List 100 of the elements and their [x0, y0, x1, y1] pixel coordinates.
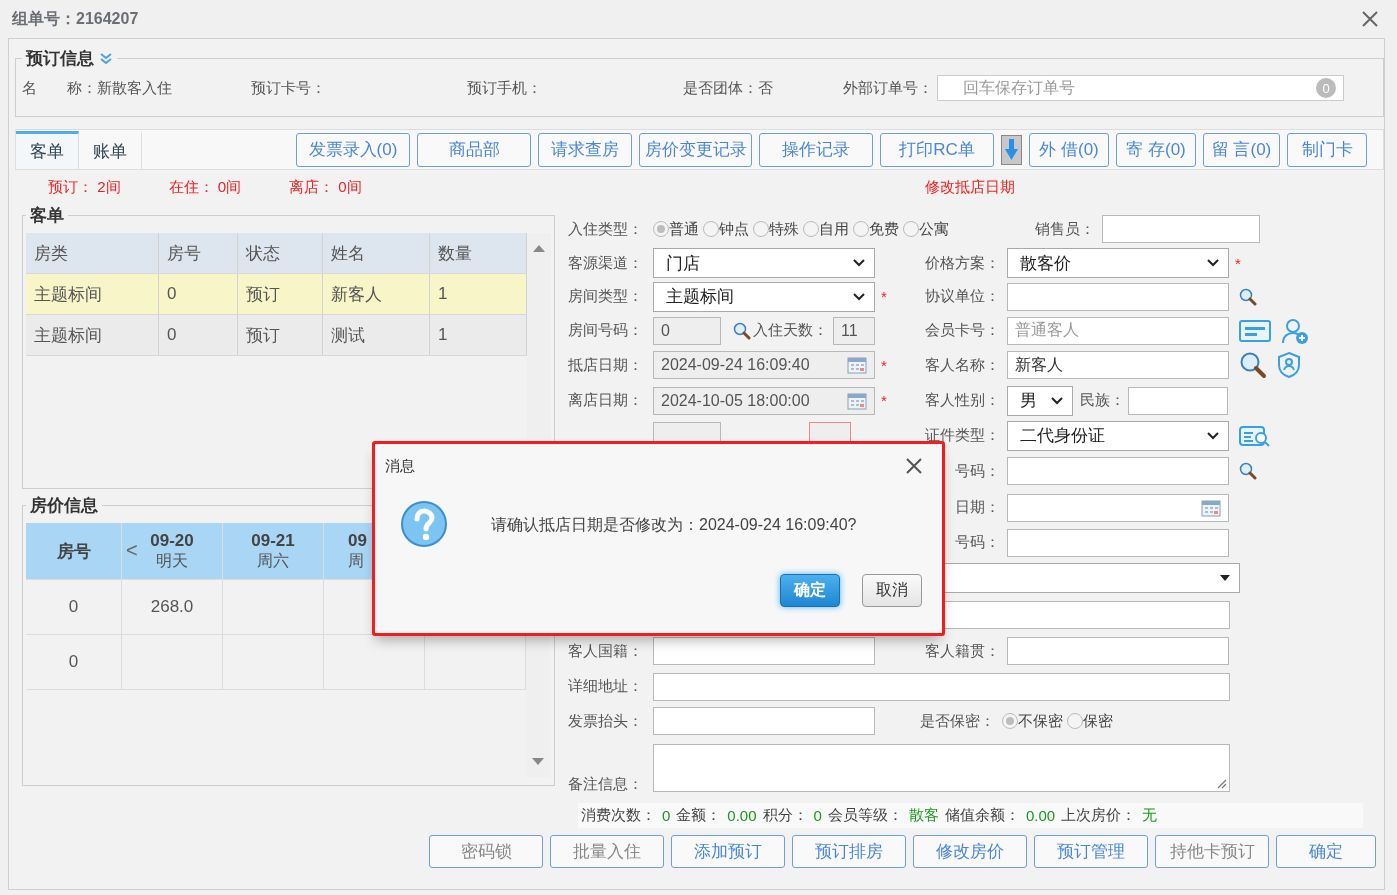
calendar-icon[interactable] [847, 356, 867, 374]
toolbar-button[interactable]: 打印RC单 [880, 132, 994, 167]
input-field[interactable] [653, 637, 875, 665]
field-label: 备注信息： [568, 775, 644, 794]
id-card-search-icon[interactable] [1239, 424, 1271, 447]
toolbar-button[interactable]: 发票录入(0) [296, 132, 410, 167]
field-label: 销售员： [1034, 219, 1095, 239]
search-icon[interactable] [1239, 287, 1257, 306]
input-field[interactable] [1007, 528, 1229, 557]
calendar-icon[interactable] [1201, 498, 1221, 517]
radio-label: 钟点 [719, 219, 749, 239]
radio-label: 公寓 [919, 219, 949, 239]
radio-button[interactable] [803, 221, 819, 237]
stat-value: 0.00 [727, 807, 757, 824]
input-field[interactable] [1102, 215, 1260, 243]
tab[interactable]: 账单 [79, 131, 142, 169]
previous-button[interactable]: < [126, 539, 138, 562]
dropdown[interactable]: 主题标间 [653, 281, 875, 312]
field-label: 客人名称： [924, 355, 1000, 375]
action-button[interactable]: 修改房价 [913, 835, 1027, 868]
calendar-icon[interactable] [847, 391, 867, 410]
radio-label: 特殊 [769, 219, 799, 239]
count-label: 在住： 0间 [168, 177, 242, 197]
dropdown[interactable]: 男 [1007, 385, 1073, 416]
dropdown[interactable]: 二代身份证 [1007, 420, 1229, 451]
input-field[interactable] [1007, 637, 1229, 665]
dropdown-caret-icon [852, 291, 866, 302]
radio-button[interactable] [903, 221, 919, 237]
card-icon[interactable] [1239, 319, 1271, 342]
close-icon[interactable] [904, 456, 924, 476]
tab[interactable]: 客单 [16, 131, 79, 169]
table-cell[interactable]: 新客人 [323, 274, 430, 315]
input-field[interactable] [1007, 282, 1229, 311]
dropdown[interactable]: 门店 [653, 248, 875, 278]
input-field[interactable] [653, 707, 875, 735]
radio-button[interactable] [1067, 713, 1083, 729]
input-field[interactable]: 11 [833, 316, 875, 345]
stat-label: 储值余额： [944, 806, 1020, 825]
input-field[interactable]: 新客人 [1007, 351, 1229, 379]
dialog-button[interactable]: 取消 [862, 574, 922, 607]
add-user-icon[interactable] [1281, 316, 1309, 345]
toolbar-button[interactable]: 制门卡 [1287, 132, 1367, 167]
toolbar-button[interactable]: 请求查房 [538, 132, 632, 167]
stat-value: 0.00 [1025, 807, 1056, 824]
action-button[interactable]: 预订管理 [1034, 835, 1148, 868]
scroll-down-icon[interactable] [531, 757, 545, 767]
table-cell[interactable]: 0 [159, 315, 238, 356]
date-field[interactable]: 2024-09-24 16:09:40 [653, 351, 875, 379]
input-field[interactable] [1007, 457, 1229, 485]
toolbar-button[interactable]: 房价变更记录 [639, 132, 752, 167]
input-field[interactable] [1128, 386, 1228, 415]
stat-value: 无 [1142, 806, 1158, 825]
close-icon[interactable] [1361, 10, 1379, 28]
table-cell[interactable]: 主题标间 [26, 274, 159, 315]
field-label: 客源渠道： [568, 253, 644, 273]
search-icon[interactable] [1239, 351, 1267, 379]
resize-grip-icon[interactable] [1217, 779, 1227, 789]
input-field[interactable]: 0 [653, 316, 721, 345]
scroll-up-icon[interactable] [532, 243, 546, 253]
dropdown-caret-icon [1050, 395, 1064, 406]
count-label: 离店： 0间 [289, 177, 362, 197]
toolbar-button[interactable]: 留 言(0) [1203, 132, 1280, 167]
date-field[interactable]: 2024-10-05 18:00:00 [653, 386, 875, 415]
search-icon[interactable] [733, 321, 751, 340]
field-label: 号码： [954, 533, 1000, 552]
table-cell[interactable]: 0 [159, 274, 238, 315]
date-field[interactable] [1007, 493, 1229, 522]
shield-user-icon[interactable] [1277, 351, 1301, 379]
column-header: 房类 [26, 233, 159, 274]
action-button[interactable]: 确定 [1276, 835, 1376, 868]
table-cell[interactable]: 测试 [323, 315, 430, 356]
toolbar-button[interactable]: 寄 存(0) [1116, 132, 1196, 167]
action-button[interactable]: 预订排房 [792, 835, 906, 868]
radio-button[interactable] [753, 221, 769, 237]
table-cell[interactable]: 1 [430, 315, 527, 356]
radio-button[interactable] [1002, 713, 1018, 729]
toolbar-button[interactable]: 商品部 [417, 132, 531, 167]
action-button[interactable]: 添加预订 [671, 835, 785, 868]
column-day: 明天 [156, 550, 188, 572]
table-cell: 0 [26, 635, 122, 690]
section-title: 客单 [30, 205, 64, 227]
search-icon[interactable] [1239, 462, 1257, 480]
radio-button[interactable] [653, 221, 669, 237]
field-label: 离店日期： [568, 391, 644, 410]
radio-button[interactable] [703, 221, 719, 237]
table-cell[interactable]: 预订 [238, 274, 323, 315]
expand-icon[interactable] [99, 52, 113, 65]
table-cell[interactable]: 1 [430, 274, 527, 315]
table-cell[interactable]: 预订 [238, 315, 323, 356]
text-area[interactable] [653, 744, 1230, 792]
column-header: 房号 [159, 233, 238, 274]
table-cell[interactable]: 主题标间 [26, 315, 159, 356]
download-icon[interactable] [1001, 134, 1022, 165]
toolbar-button[interactable]: 外 借(0) [1029, 132, 1109, 167]
dropdown[interactable]: 散客价 [1007, 248, 1229, 278]
toolbar-button[interactable]: 操作记录 [759, 132, 873, 167]
radio-button[interactable] [853, 221, 869, 237]
field-label: 是否保密： [920, 711, 995, 731]
input-field[interactable] [653, 672, 1230, 701]
dropdown-caret-icon [1219, 574, 1231, 582]
